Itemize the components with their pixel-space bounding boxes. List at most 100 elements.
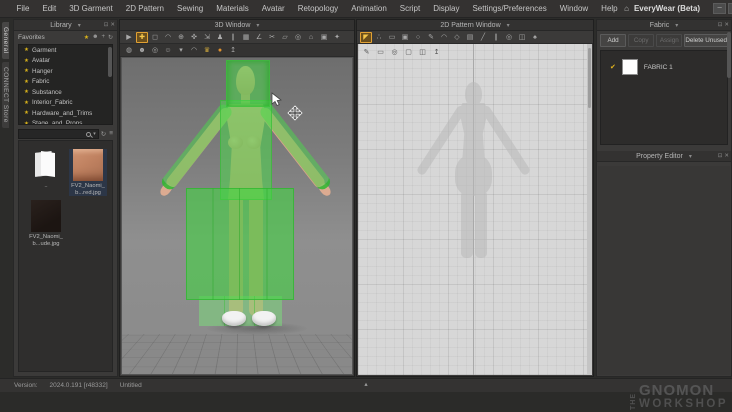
2d-viewport[interactable]: ✎ ▭ ◎ ▢ ◫ ↥ — [358, 44, 592, 375]
close-panel-icon[interactable]: ✕ — [724, 20, 729, 31]
menu-item[interactable]: Retopology — [291, 0, 344, 18]
fabric-swatch[interactable] — [621, 59, 638, 75]
favorites-item[interactable]: ★ Interior_Fabric — [19, 98, 112, 109]
show-accessories-icon[interactable]: ♛ — [201, 45, 213, 56]
show-avatar-icon[interactable]: ☻ — [136, 45, 148, 56]
menu-item[interactable]: 3D Garment — [63, 0, 120, 18]
edit-pattern-icon[interactable]: ∴ — [373, 32, 385, 43]
menu-item[interactable]: Sewing — [171, 0, 210, 18]
grading-icon[interactable]: ▤ — [464, 32, 476, 43]
avatar-display-mode-icon[interactable]: ● — [214, 45, 226, 56]
garment-skirt[interactable] — [186, 188, 294, 300]
avatar-3d[interactable] — [122, 58, 352, 374]
favorites-scrollbar[interactable] — [108, 47, 112, 77]
add-point-icon[interactable]: ▭ — [386, 32, 398, 43]
favorites-item[interactable]: ★ Substance — [19, 87, 112, 98]
menu-item[interactable]: Materials — [210, 0, 255, 18]
avatar-tape-icon[interactable]: ◎ — [292, 32, 304, 43]
select-move-icon[interactable]: ✚ — [136, 31, 148, 43]
show-shoes-icon[interactable]: ▾ — [175, 45, 187, 56]
3d-viewport[interactable] — [121, 57, 353, 375]
render-icon[interactable]: ✦ — [331, 32, 343, 43]
fabric-button[interactable]: Delete Unused — [684, 34, 728, 47]
expand-panel-button[interactable]: ▴ — [364, 380, 367, 388]
menu-item[interactable]: Avatar — [255, 0, 291, 18]
minimize-button[interactable]: ─ — [713, 3, 727, 14]
free-sewing-icon[interactable]: ▦ — [240, 32, 252, 43]
favorites-item[interactable]: ★ Stage_and_Props — [19, 119, 112, 124]
show-garment-icon[interactable]: ◍ — [123, 45, 135, 56]
arrangement-icon[interactable]: ⌂ — [305, 32, 317, 43]
favorites-item[interactable]: ★ Hardware_and_Trims — [19, 108, 112, 119]
texture-file-nude[interactable]: FV2_Naomi_ b...ude.jpg — [27, 200, 65, 247]
menu-item[interactable]: Settings/Preferences — [466, 0, 553, 18]
measure-icon[interactable]: ∠ — [253, 32, 265, 43]
add-rectangle-icon[interactable]: ▣ — [399, 32, 411, 43]
scale-gizmo-icon[interactable]: ⇲ — [201, 32, 213, 43]
favorites-item[interactable]: ★ Garment — [19, 45, 112, 56]
avatar-category-icon[interactable]: ☻ — [92, 34, 98, 41]
garment-icon[interactable]: ♠ — [529, 32, 541, 43]
arrangement-points-icon[interactable]: ↥ — [227, 45, 239, 56]
menu-item[interactable]: Display — [427, 0, 466, 18]
chevron-down-icon[interactable]: ▾ — [689, 153, 692, 160]
float-panel-icon[interactable]: ⊡ — [104, 20, 109, 31]
float-panel-icon[interactable]: ⊡ — [718, 151, 723, 162]
list-view-icon[interactable]: ≡ — [109, 130, 113, 138]
texture-file-red[interactable]: FV2_Naomi_ b...red.jpg — [69, 149, 107, 196]
segment-sewing-icon[interactable]: ∥ — [227, 32, 239, 43]
close-panel-icon[interactable]: ✕ — [110, 20, 115, 31]
garment-top[interactable] — [220, 100, 272, 200]
chevron-down-icon[interactable]: ▾ — [256, 22, 259, 29]
show-mannequin-icon[interactable]: ☺ — [162, 45, 174, 56]
menu-item[interactable]: Help — [595, 0, 624, 18]
search-input[interactable] — [21, 131, 87, 137]
menu-item[interactable]: Animation — [345, 0, 394, 18]
pleats-icon[interactable]: ∥ — [490, 32, 502, 43]
add-circle-icon[interactable]: ○ — [412, 32, 424, 43]
frame-icon[interactable]: ▢ — [403, 47, 414, 57]
texture-editor-icon[interactable]: ◫ — [516, 32, 528, 43]
chevron-down-icon[interactable]: ▾ — [507, 22, 510, 29]
transform-pattern-icon[interactable]: ◤ — [360, 31, 372, 43]
menu-item[interactable]: Edit — [36, 0, 63, 18]
search-options-caret-icon[interactable]: ▾ — [93, 131, 96, 137]
2d-scrollbar[interactable] — [587, 44, 592, 375]
fabric-button[interactable]: Copy — [628, 34, 655, 47]
zoom-fit-icon[interactable]: ◎ — [149, 45, 161, 56]
tack-on-avatar-icon[interactable]: ♟ — [214, 32, 226, 43]
add-favorite-icon[interactable]: + — [101, 34, 105, 41]
notch-icon[interactable]: ╱ — [477, 32, 489, 43]
pattern-outline-icon[interactable]: ▭ — [375, 47, 386, 57]
menu-item[interactable]: Script — [393, 0, 426, 18]
dart-icon[interactable]: ◇ — [451, 32, 463, 43]
needle-icon[interactable]: ✎ — [361, 47, 372, 57]
garment-hood[interactable] — [226, 60, 270, 107]
reset-view-icon[interactable]: ↥ — [431, 47, 442, 57]
camera-icon[interactable]: ▣ — [318, 32, 330, 43]
close-panel-icon[interactable]: ✕ — [724, 151, 729, 162]
chevron-down-icon[interactable]: ▾ — [675, 22, 678, 29]
fabric-list-item[interactable]: ✔ FABRIC 1 — [601, 56, 727, 78]
flatten-icon[interactable]: ▱ — [279, 32, 291, 43]
favorites-item[interactable]: ★ Fabric — [19, 77, 112, 88]
favorites-item[interactable]: ★ Hanger — [19, 66, 112, 77]
select-lasso-icon[interactable]: ◠ — [162, 32, 174, 43]
menu-item[interactable]: Window — [553, 0, 594, 18]
magnifier-icon[interactable]: ◎ — [389, 47, 400, 57]
search-icon[interactable] — [86, 131, 92, 137]
menu-item[interactable]: 2D Pattern — [119, 0, 170, 18]
folder-up-item[interactable]: .. — [27, 149, 65, 196]
refresh-icon[interactable]: ↻ — [101, 130, 106, 138]
split-view-icon[interactable]: ◫ — [417, 47, 428, 57]
scissors-icon[interactable]: ✂ — [266, 32, 278, 43]
polygon-pen-icon[interactable]: ✎ — [425, 32, 437, 43]
sync-library-icon[interactable]: ↻ — [108, 34, 113, 41]
simulate-icon[interactable]: ▶ — [123, 32, 135, 43]
favorites-item[interactable]: ★ Avatar — [19, 56, 112, 67]
move-gizmo-icon[interactable]: ✜ — [188, 32, 200, 43]
chevron-down-icon[interactable]: ▾ — [78, 22, 81, 29]
trace-icon[interactable]: ◎ — [503, 32, 515, 43]
favorite-star-icon[interactable]: ★ — [84, 34, 89, 41]
show-hair-icon[interactable]: ◠ — [188, 45, 200, 56]
